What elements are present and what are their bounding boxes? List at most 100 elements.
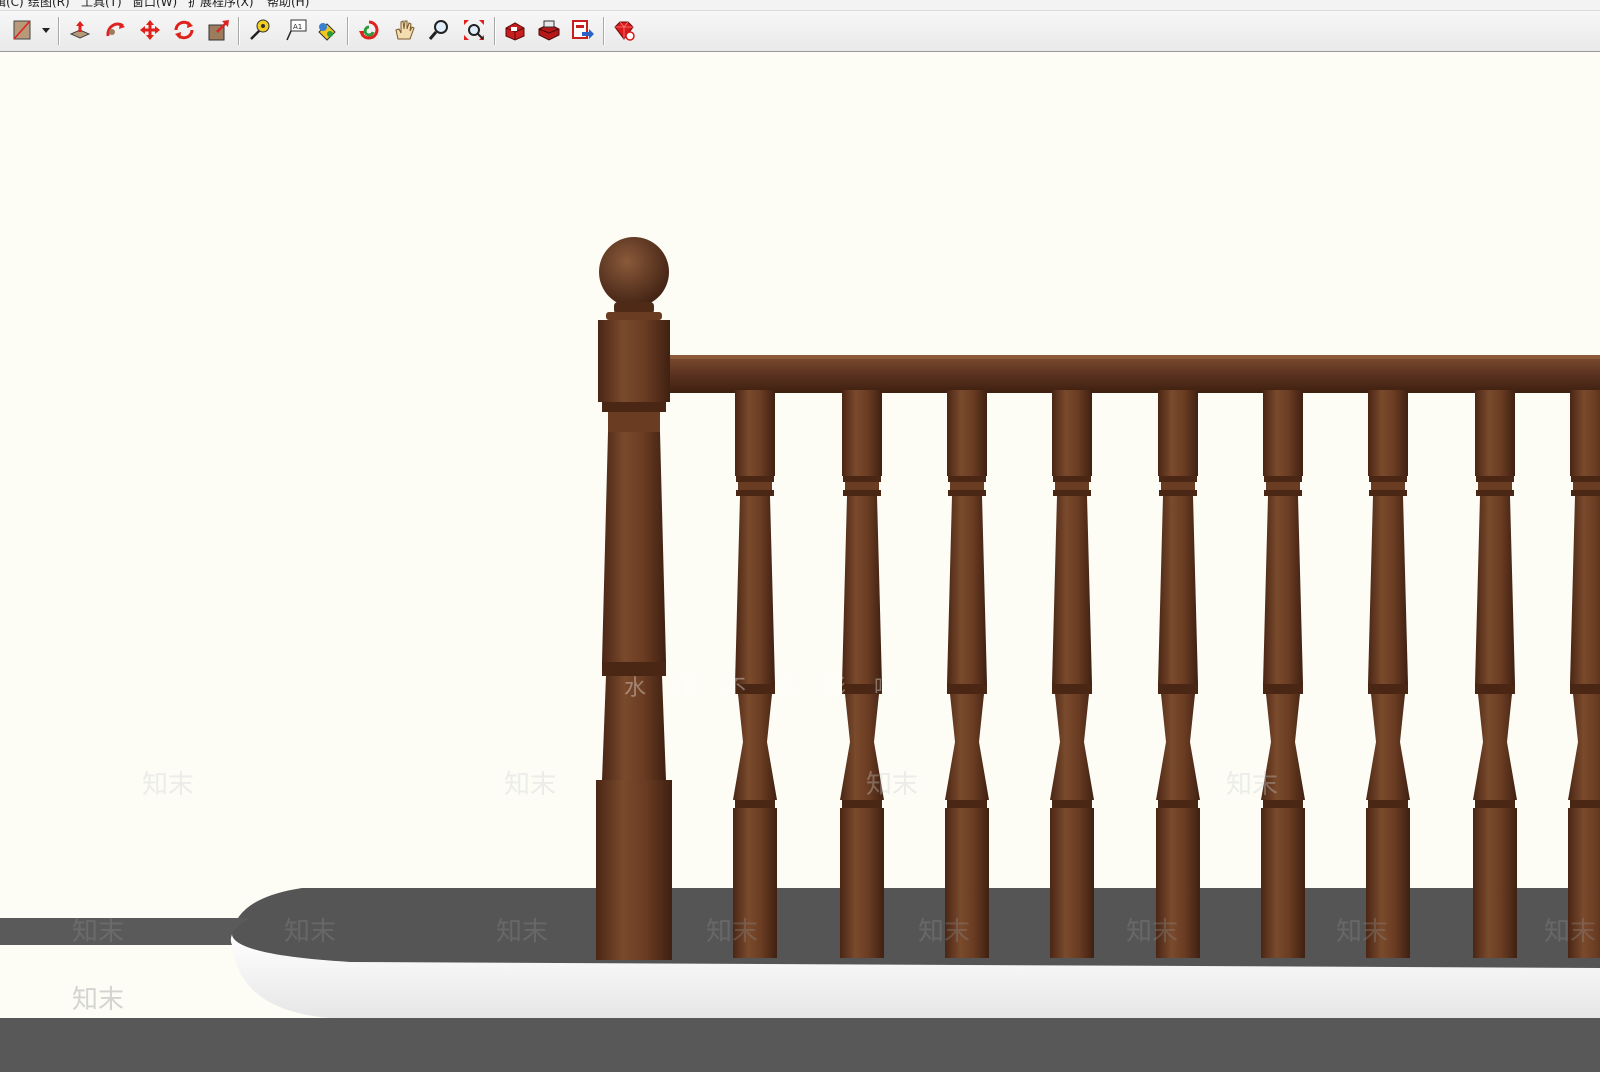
- menu-draw[interactable]: 绘图(R): [28, 0, 70, 10]
- share-model-button[interactable]: [535, 16, 563, 44]
- newel-post: [596, 237, 672, 960]
- watermark-text: 知末: [1336, 917, 1388, 947]
- baluster-shaft: [842, 496, 882, 684]
- baluster-ring: [1476, 490, 1514, 496]
- baluster-ring: [947, 800, 987, 808]
- baluster-ring: [736, 476, 774, 482]
- baluster-ring: [1478, 482, 1512, 490]
- baluster-top-block: [1475, 390, 1515, 476]
- watermark-text: 知末: [496, 917, 548, 947]
- baluster-ring: [1159, 490, 1197, 496]
- orbit-button[interactable]: [355, 16, 383, 44]
- baluster-shaft: [1052, 496, 1092, 684]
- share-model-icon: [538, 20, 560, 41]
- baluster-top-block: [1570, 390, 1600, 476]
- menu-extensions[interactable]: 扩展程序(X): [188, 0, 254, 10]
- paint-bucket-button[interactable]: [8, 16, 36, 44]
- watermark-text: 知末: [1226, 770, 1278, 800]
- baluster-base: [1261, 808, 1305, 958]
- baluster-ring: [1476, 476, 1514, 482]
- baluster: [1366, 390, 1410, 958]
- baluster-ring: [948, 476, 986, 482]
- ruby-extension-icon: [614, 21, 635, 41]
- ruby-extension-button[interactable]: [610, 16, 638, 44]
- export-icon: [572, 20, 594, 39]
- baluster-ring: [1369, 476, 1407, 482]
- baluster-shaft: [1368, 496, 1408, 684]
- baluster-ring: [1052, 800, 1092, 808]
- material-dropdown[interactable]: [38, 16, 52, 44]
- model-viewport[interactable]: 水印不会影响 知末 知末 知末 知末 知末 知末 知末 知末 知末 知末 知末 …: [0, 52, 1600, 1072]
- baluster-ring: [1475, 800, 1515, 808]
- watermark-text: 知末: [72, 985, 124, 1015]
- follow-me-icon: [106, 22, 125, 37]
- baluster-ring: [1371, 482, 1405, 490]
- warehouse-button[interactable]: [501, 16, 529, 44]
- baluster: [840, 390, 884, 958]
- tape-measure-icon: [250, 19, 270, 40]
- baluster-ring: [1475, 684, 1515, 694]
- move-button[interactable]: [136, 16, 164, 44]
- baluster-top-block: [1158, 390, 1198, 476]
- zoom-button[interactable]: [425, 16, 453, 44]
- baluster-ring: [1052, 684, 1092, 694]
- toolbar-separator: [603, 17, 604, 45]
- baluster-base: [1050, 808, 1094, 958]
- baluster-top-block: [1368, 390, 1408, 476]
- newel-cap: [598, 320, 670, 402]
- scale-button[interactable]: [205, 16, 233, 44]
- menu-tools[interactable]: 工具(T): [81, 0, 122, 10]
- rotate-button[interactable]: [170, 16, 198, 44]
- menu-help[interactable]: 帮助(H): [267, 0, 309, 10]
- export-button[interactable]: [569, 16, 597, 44]
- baluster: [1261, 390, 1305, 958]
- baluster-ring: [843, 476, 881, 482]
- paint-button[interactable]: [313, 16, 341, 44]
- text-button[interactable]: A1: [282, 16, 310, 44]
- baluster-ring: [1368, 684, 1408, 694]
- baluster-ring: [738, 482, 772, 490]
- watermark-text: 知末: [142, 770, 194, 800]
- baluster-shaft: [1475, 496, 1515, 684]
- toolbar-separator: [58, 17, 59, 45]
- dropdown-arrow-icon: [42, 28, 50, 33]
- push-pull-icon: [69, 21, 91, 39]
- baluster-ring: [1570, 684, 1600, 694]
- push-pull-button[interactable]: [66, 16, 94, 44]
- baluster-ring: [1570, 800, 1600, 808]
- tape-measure-button[interactable]: [246, 16, 274, 44]
- baluster-ring: [1264, 476, 1302, 482]
- follow-me-button[interactable]: [101, 16, 129, 44]
- watermark-text: 知末: [504, 770, 556, 800]
- menu-window[interactable]: 窗口(W): [132, 0, 177, 10]
- baluster: [1156, 390, 1200, 958]
- baluster-ring: [1055, 482, 1089, 490]
- baluster-top-block: [947, 390, 987, 476]
- baluster-ring: [1158, 684, 1198, 694]
- baluster-top-block: [735, 390, 775, 476]
- text-label-icon: A1: [286, 19, 307, 41]
- pan-button[interactable]: [390, 16, 418, 44]
- baluster-ring: [736, 490, 774, 496]
- menu-edit[interactable]: 编辑(C): [0, 0, 24, 10]
- baluster-shaft: [735, 496, 775, 684]
- baluster: [1050, 390, 1094, 958]
- watermark-text: 知末: [284, 917, 336, 947]
- baluster-ring: [1161, 482, 1195, 490]
- baluster-shaft: [1158, 496, 1198, 684]
- baluster-ring: [947, 684, 987, 694]
- newel-collar: [606, 312, 662, 320]
- baluster-ring: [843, 490, 881, 496]
- zoom-extents-button[interactable]: [460, 16, 488, 44]
- baluster-shaft: [1570, 496, 1600, 684]
- zoom-extents-icon: [464, 20, 484, 40]
- paint-icon: [318, 23, 336, 41]
- newel-ball: [599, 237, 669, 307]
- baluster: [1473, 390, 1517, 958]
- baluster-ring: [1158, 800, 1198, 808]
- baluster-base: [1473, 808, 1517, 958]
- handrail: [668, 357, 1600, 393]
- watermark-text: 知末: [1126, 917, 1178, 947]
- watermark-text: 知末: [1544, 917, 1596, 947]
- baluster-ring: [950, 482, 984, 490]
